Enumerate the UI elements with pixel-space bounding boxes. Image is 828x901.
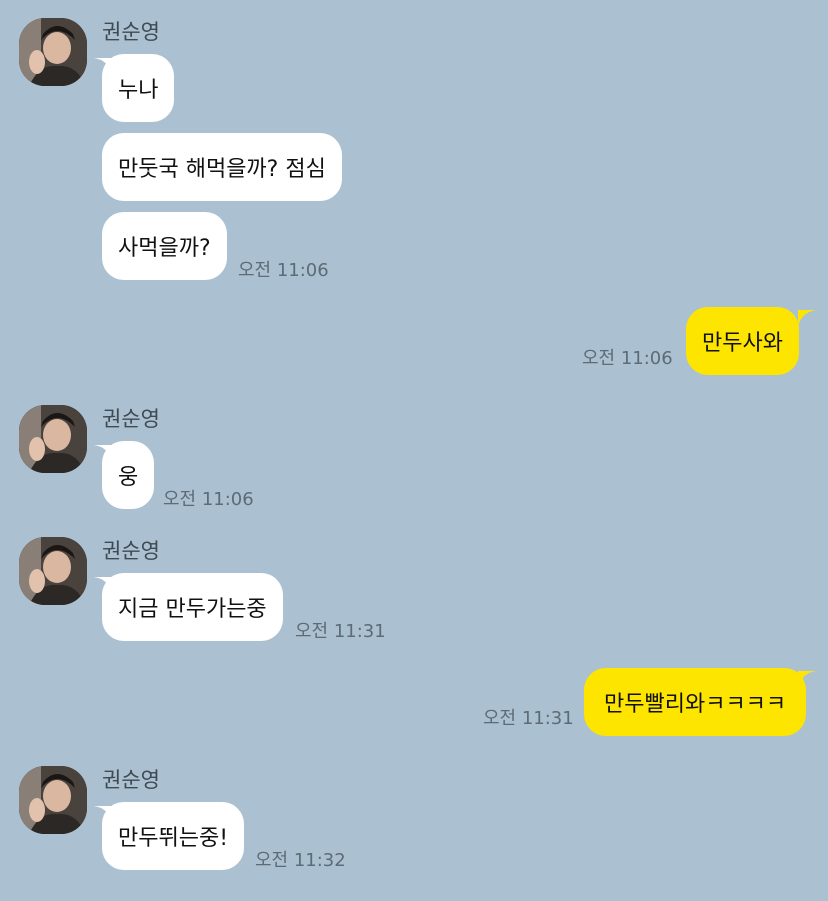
sender-name: 권순영 — [102, 407, 160, 431]
avatar[interactable] — [19, 537, 87, 605]
message-time: 오전 11:06 — [582, 348, 673, 369]
message-text: 사먹을까? — [118, 236, 211, 261]
message-text: 만두사와 — [702, 331, 783, 356]
message-text: 만둣국 해먹을까? 점심 — [118, 157, 326, 182]
message-text: 만두뛰는중! — [118, 826, 229, 851]
sender-name: 권순영 — [102, 768, 160, 792]
message-time: 오전 11:06 — [238, 260, 329, 281]
message-bubble[interactable]: 사먹을까? — [102, 212, 227, 280]
message-bubble[interactable]: 만두빨리와ㅋㅋㅋㅋ — [584, 668, 807, 736]
message-time: 오전 11:31 — [295, 621, 386, 642]
message-time: 오전 11:32 — [255, 850, 346, 871]
avatar[interactable] — [19, 766, 87, 834]
message-text: 만두빨리와ㅋㅋㅋㅋ — [604, 692, 787, 717]
message-bubble[interactable]: 만두사와 — [686, 307, 799, 375]
message-bubble[interactable]: 만두뛰는중! — [102, 802, 245, 870]
sender-name: 권순영 — [102, 539, 160, 563]
message-bubble[interactable]: 웅 — [102, 441, 155, 509]
avatar[interactable] — [19, 405, 87, 473]
message-bubble[interactable]: 누나 — [102, 54, 175, 122]
message-text: 웅 — [118, 465, 139, 490]
message-text: 지금 만두가는중 — [118, 597, 267, 622]
message-time: 오전 11:31 — [483, 708, 574, 729]
sender-name: 권순영 — [102, 20, 160, 44]
avatar[interactable] — [19, 18, 87, 86]
message-bubble[interactable]: 지금 만두가는중 — [102, 573, 283, 641]
message-text: 누나 — [118, 78, 159, 103]
message-bubble[interactable]: 만둣국 해먹을까? 점심 — [102, 133, 342, 201]
message-time: 오전 11:06 — [163, 489, 254, 510]
bubble-tail — [798, 310, 816, 326]
bubble-tail — [798, 671, 816, 687]
